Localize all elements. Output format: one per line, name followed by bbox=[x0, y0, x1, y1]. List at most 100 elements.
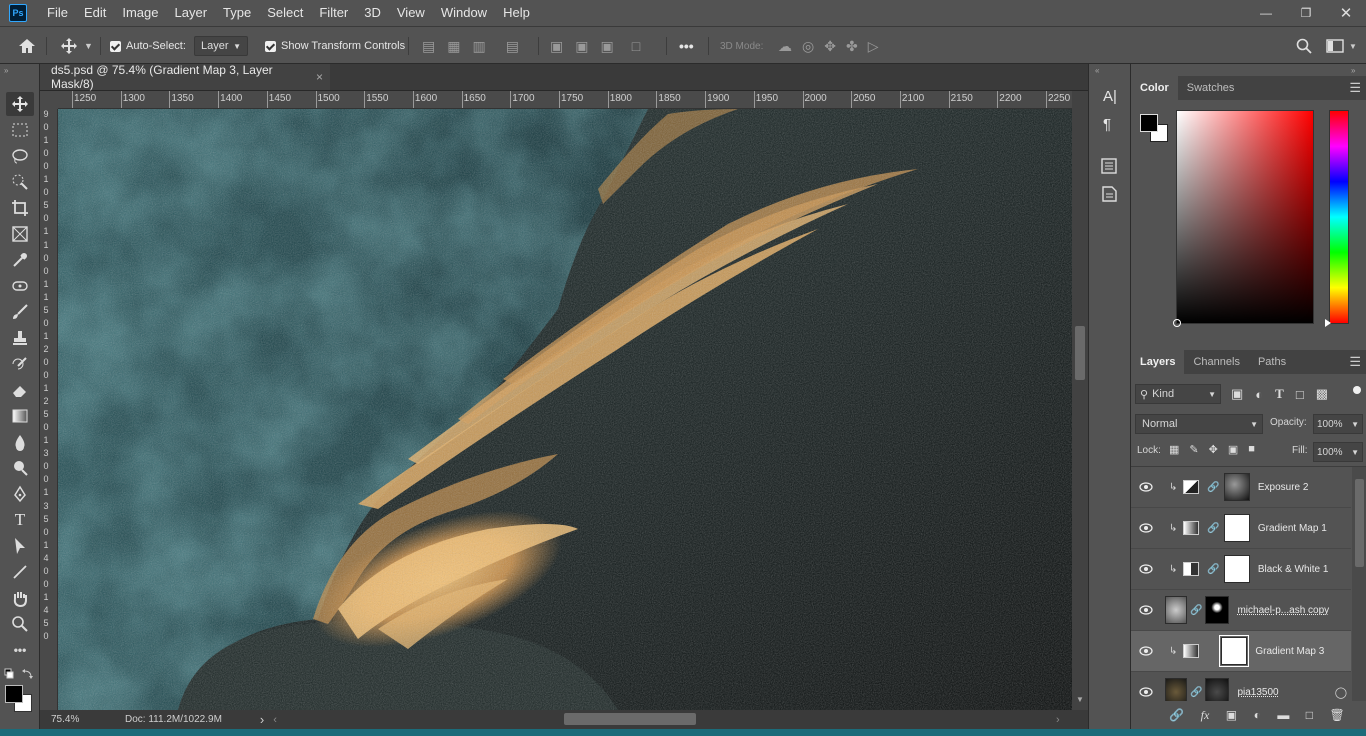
filter-toggle-icon[interactable] bbox=[1353, 386, 1361, 394]
minimize-icon[interactable]: — bbox=[1246, 0, 1286, 26]
libraries-panel-icon[interactable] bbox=[1101, 186, 1117, 202]
tab-layers[interactable]: Layers bbox=[1131, 350, 1185, 374]
collapse-icon[interactable]: » bbox=[1351, 66, 1355, 75]
distribute-icon[interactable]: ▤ bbox=[506, 38, 519, 55]
collapse-icon[interactable]: » bbox=[4, 66, 8, 75]
layer-mask-thumbnail[interactable] bbox=[1205, 596, 1230, 624]
close-tab-icon[interactable]: × bbox=[316, 70, 323, 84]
healing-brush-tool[interactable] bbox=[6, 274, 34, 298]
layer-mask-thumbnail[interactable] bbox=[1223, 555, 1250, 583]
clone-stamp-tool[interactable] bbox=[6, 326, 34, 350]
menu-3d[interactable]: 3D bbox=[356, 0, 389, 26]
chain-link-icon[interactable]: 🔗 bbox=[1207, 564, 1219, 575]
roll-3d-icon[interactable]: ◎ bbox=[802, 38, 814, 55]
chain-link-icon[interactable]: 🔗 bbox=[1190, 687, 1202, 698]
layer-row[interactable]: 🔗 pia13500 ◯ bbox=[1131, 672, 1351, 701]
quick-selection-tool[interactable] bbox=[6, 170, 34, 194]
eyedropper-tool[interactable] bbox=[6, 248, 34, 272]
orbit-3d-icon[interactable]: ☁ bbox=[778, 38, 792, 55]
restore-icon[interactable]: ❐ bbox=[1286, 0, 1326, 26]
crop-tool[interactable] bbox=[6, 196, 34, 220]
document-canvas[interactable] bbox=[58, 109, 1072, 710]
eye-icon[interactable] bbox=[1131, 605, 1161, 615]
properties-panel-icon[interactable] bbox=[1101, 158, 1117, 174]
align-middle-icon[interactable]: ▣ bbox=[575, 38, 588, 55]
tab-color[interactable]: Color bbox=[1131, 76, 1178, 100]
tab-swatches[interactable]: Swatches bbox=[1178, 76, 1244, 100]
hue-slider-handle[interactable] bbox=[1325, 319, 1331, 327]
align-bottom-icon[interactable]: ▣ bbox=[600, 38, 613, 55]
align-center-icon[interactable]: ▦ bbox=[447, 38, 460, 55]
pen-tool[interactable] bbox=[6, 482, 34, 506]
close-icon[interactable]: ✕ bbox=[1326, 0, 1366, 26]
marquee-tool[interactable] bbox=[6, 118, 34, 142]
filter-pixel-icon[interactable]: ▣ bbox=[1231, 386, 1243, 402]
layer-name[interactable]: Black & White 1 bbox=[1258, 564, 1329, 575]
opacity-field[interactable]: 100% ▼ bbox=[1313, 414, 1363, 434]
chain-link-icon[interactable]: 🔗 bbox=[1190, 605, 1202, 616]
eraser-tool[interactable] bbox=[6, 378, 34, 402]
panel-menu-icon[interactable]: ☰ bbox=[1349, 354, 1361, 370]
history-brush-tool[interactable] bbox=[6, 352, 34, 376]
layer-mask-thumbnail[interactable] bbox=[1223, 473, 1250, 501]
layer-row[interactable]: ↳ 🔗 Exposure 2 bbox=[1131, 467, 1351, 508]
workspace-icon[interactable]: ▼ bbox=[1326, 27, 1357, 65]
filter-adjustment-icon[interactable]: ◐ bbox=[1255, 387, 1263, 402]
align-left-icon[interactable]: ▤ bbox=[422, 38, 435, 55]
more-options-button[interactable]: ••• bbox=[679, 27, 694, 65]
foreground-color-swatch[interactable] bbox=[1140, 114, 1158, 132]
scroll-right-icon[interactable]: › bbox=[1056, 714, 1060, 726]
layer-name[interactable]: pia13500 bbox=[1237, 687, 1278, 698]
lock-position-icon[interactable]: ✥ bbox=[1209, 443, 1218, 456]
color-swatches-icon[interactable] bbox=[4, 684, 34, 714]
menu-filter[interactable]: Filter bbox=[311, 0, 356, 26]
horizontal-scrollbar-thumb[interactable] bbox=[564, 713, 696, 725]
type-tool[interactable]: T bbox=[6, 508, 34, 532]
move-tool-preset-icon[interactable]: ▼ bbox=[60, 27, 93, 65]
menu-edit[interactable]: Edit bbox=[76, 0, 114, 26]
status-menu-arrow[interactable]: › bbox=[260, 712, 264, 727]
panel-menu-icon[interactable]: ☰ bbox=[1349, 80, 1361, 96]
adjustment-layer-icon[interactable]: ◐ bbox=[1254, 708, 1261, 722]
eye-icon[interactable] bbox=[1131, 523, 1161, 533]
blur-tool[interactable] bbox=[6, 430, 34, 454]
eye-icon[interactable] bbox=[1131, 646, 1161, 656]
layer-name[interactable]: Exposure 2 bbox=[1258, 482, 1309, 493]
hue-slider[interactable] bbox=[1325, 110, 1349, 327]
new-group-icon[interactable]: ▬ bbox=[1277, 708, 1289, 722]
fx-icon[interactable]: fx bbox=[1201, 708, 1210, 723]
distribute-vertical-icon[interactable]: □ bbox=[632, 38, 640, 54]
layer-filter-dropdown[interactable]: ⚲ Kind ▼ bbox=[1135, 384, 1221, 404]
brush-tool[interactable] bbox=[6, 300, 34, 324]
layer-row[interactable]: 🔗 michael-p...ash copy bbox=[1131, 590, 1351, 631]
character-panel-icon[interactable]: A| bbox=[1103, 88, 1117, 105]
zoom-level[interactable]: 75.4% bbox=[51, 714, 87, 725]
blend-mode-dropdown[interactable]: Normal ▼ bbox=[1135, 414, 1263, 434]
scroll-down-icon[interactable]: ▼ bbox=[1076, 695, 1084, 704]
trash-icon[interactable]: 🗑 bbox=[1330, 708, 1345, 722]
filter-smart-object-icon[interactable]: ▩ bbox=[1316, 386, 1328, 402]
search-icon[interactable] bbox=[1296, 27, 1312, 65]
pan-3d-icon[interactable]: ✥ bbox=[824, 38, 836, 55]
color-picker-marker[interactable] bbox=[1173, 319, 1181, 327]
eye-icon[interactable] bbox=[1131, 482, 1161, 492]
layers-scrollbar-thumb[interactable] bbox=[1355, 479, 1364, 567]
lock-artboard-icon[interactable]: ▣ bbox=[1228, 443, 1238, 456]
layer-thumbnail[interactable] bbox=[1165, 678, 1187, 701]
menu-view[interactable]: View bbox=[389, 0, 433, 26]
layer-name[interactable]: michael-p...ash copy bbox=[1237, 605, 1329, 616]
layer-row[interactable]: ↳ 🔗 Gradient Map 1 bbox=[1131, 508, 1351, 549]
layer-name[interactable]: Gradient Map 1 bbox=[1258, 523, 1327, 534]
lock-pixels-icon[interactable]: ✎ bbox=[1189, 443, 1198, 456]
move-tool[interactable] bbox=[6, 92, 34, 116]
filter-type-icon[interactable]: T bbox=[1275, 386, 1284, 402]
menu-help[interactable]: Help bbox=[495, 0, 538, 26]
lock-all-icon[interactable]: ■ bbox=[1248, 443, 1255, 456]
line-tool[interactable] bbox=[6, 560, 34, 584]
slide-3d-icon[interactable]: ✤ bbox=[846, 38, 858, 55]
align-right-icon[interactable]: ▥ bbox=[472, 38, 485, 55]
fill-field[interactable]: 100% ▼ bbox=[1313, 442, 1363, 462]
auto-select-checkbox[interactable]: Auto-Select: bbox=[110, 27, 186, 65]
auto-select-dropdown[interactable]: Layer ▼ bbox=[194, 36, 248, 56]
home-icon[interactable] bbox=[18, 27, 36, 65]
